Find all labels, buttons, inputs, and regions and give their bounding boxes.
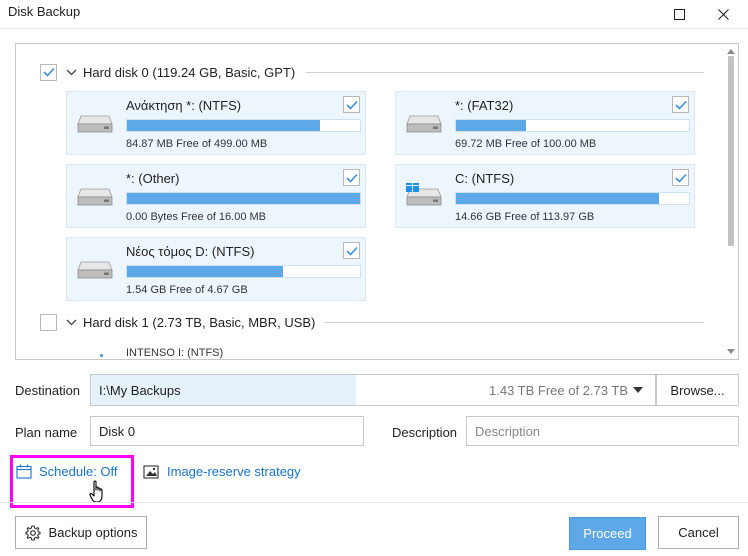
partition-free-space: 69.72 MB Free of 100.00 MB — [455, 138, 597, 150]
checkmark-icon — [345, 100, 358, 110]
usage-fill — [127, 193, 360, 204]
partition-card-fat32[interactable]: *: (FAT32) 69.72 MB Free of 100.00 MB — [395, 91, 695, 155]
windows-drive-icon — [406, 183, 442, 206]
partition-card-c[interactable]: C: (NTFS) 14.66 GB Free of 113.97 GB — [395, 164, 695, 228]
scroll-up-icon[interactable] — [726, 46, 736, 56]
partition-usage-bar — [126, 192, 361, 205]
annotation-highlight-box — [10, 455, 134, 508]
checkmark-icon — [42, 67, 55, 77]
partition-free-space: 0.00 Bytes Free of 16.00 MB — [126, 211, 267, 223]
destination-label: Destination — [15, 383, 81, 398]
hdd-icon — [77, 115, 113, 133]
proceed-button[interactable]: Proceed — [569, 517, 646, 550]
partition-checkbox[interactable] — [343, 169, 360, 186]
plan-name-label: Plan name — [15, 425, 78, 440]
partition-name: *: (FAT32) — [455, 98, 514, 113]
partition-name-partial: INTENSO I: (NTFS) — [126, 347, 224, 359]
disk-0-divider — [306, 72, 704, 73]
chevron-down-icon[interactable] — [65, 316, 77, 328]
usage-fill — [127, 120, 321, 131]
close-button[interactable] — [700, 0, 746, 28]
vertical-scrollbar[interactable] — [724, 44, 738, 359]
partition-checkbox[interactable] — [343, 96, 360, 113]
hdd-icon — [77, 188, 113, 206]
usage-fill — [456, 120, 526, 131]
backup-options-button[interactable]: Backup options — [15, 516, 147, 549]
partition-free-space: 1.54 GB Free of 4.67 GB — [126, 284, 248, 296]
partition-name: C: (NTFS) — [455, 171, 515, 186]
partition-card-other[interactable]: *: (Other) 0.00 Bytes Free of 16.00 MB — [66, 164, 366, 228]
description-label: Description — [392, 425, 458, 440]
partition-name: *: (Other) — [126, 171, 180, 186]
cancel-button[interactable]: Cancel — [658, 516, 739, 549]
partition-checkbox[interactable] — [672, 96, 689, 113]
partition-name: Νέος τόμος D: (NTFS) — [126, 244, 255, 259]
image-reserve-link-text: Image-reserve strategy — [167, 464, 301, 479]
checkmark-icon — [674, 173, 687, 183]
disk-0-checkbox[interactable] — [40, 63, 57, 81]
partition-card-recovery[interactable]: Ανάκτηση *: (NTFS) 84.87 MB Free of 499.… — [66, 91, 366, 155]
destination-free-space: 1.43 TB Free of 2.73 TB — [489, 383, 628, 398]
title-bar: Disk Backup — [0, 0, 748, 28]
partition-partial-icon — [100, 354, 103, 357]
usage-fill — [127, 266, 284, 277]
disk-1-checkbox[interactable] — [40, 313, 57, 331]
destination-selector[interactable]: I:\My Backups 1.43 TB Free of 2.73 TB — [90, 374, 656, 406]
disk-0-header[interactable]: Hard disk 0 (119.24 GB, Basic, GPT) — [40, 63, 295, 81]
disk-0-label: Hard disk 0 (119.24 GB, Basic, GPT) — [83, 64, 296, 80]
disk-list-panel[interactable]: Hard disk 0 (119.24 GB, Basic, GPT) Ανάκ… — [15, 43, 739, 360]
browse-button[interactable]: Browse... — [656, 374, 739, 406]
destination-path: I:\My Backups — [99, 383, 181, 398]
close-icon — [717, 8, 729, 20]
title-divider — [0, 28, 748, 29]
partition-usage-bar — [126, 119, 361, 132]
scrollbar-thumb[interactable] — [728, 56, 734, 246]
image-icon — [143, 464, 159, 479]
plan-name-input[interactable] — [90, 416, 364, 446]
partition-checkbox[interactable] — [343, 242, 360, 259]
chevron-down-icon[interactable] — [65, 66, 77, 78]
disk-1-label: Hard disk 1 (2.73 TB, Basic, MBR, USB) — [83, 314, 316, 330]
partition-checkbox[interactable] — [672, 169, 689, 186]
partition-usage-bar — [455, 119, 690, 132]
maximize-button[interactable] — [656, 0, 702, 28]
footer-divider — [0, 502, 748, 503]
hdd-icon — [77, 261, 113, 279]
partition-name: Ανάκτηση *: (NTFS) — [126, 98, 242, 113]
hdd-icon — [406, 115, 442, 133]
image-reserve-link[interactable]: Image-reserve strategy — [143, 464, 301, 479]
checkmark-icon — [345, 246, 358, 256]
gear-icon — [24, 524, 41, 541]
checkmark-icon — [674, 100, 687, 110]
backup-options-label: Backup options — [48, 525, 138, 540]
dropdown-arrow-icon[interactable] — [633, 386, 643, 394]
usage-fill — [456, 193, 659, 204]
partition-usage-bar — [126, 265, 361, 278]
hand-cursor-icon — [89, 480, 103, 503]
window-title: Disk Backup — [8, 4, 81, 19]
disk-1-divider — [324, 322, 704, 323]
scroll-down-icon[interactable] — [726, 346, 736, 356]
checkmark-icon — [345, 173, 358, 183]
partition-usage-bar — [455, 192, 690, 205]
disk-1-header[interactable]: Hard disk 1 (2.73 TB, Basic, MBR, USB) — [40, 313, 315, 331]
description-input[interactable] — [466, 416, 739, 446]
partition-card-d[interactable]: Νέος τόμος D: (NTFS) 1.54 GB Free of 4.6… — [66, 237, 366, 301]
maximize-icon — [673, 8, 685, 20]
partition-free-space: 84.87 MB Free of 499.00 MB — [126, 138, 268, 150]
partition-free-space: 14.66 GB Free of 113.97 GB — [455, 211, 595, 223]
